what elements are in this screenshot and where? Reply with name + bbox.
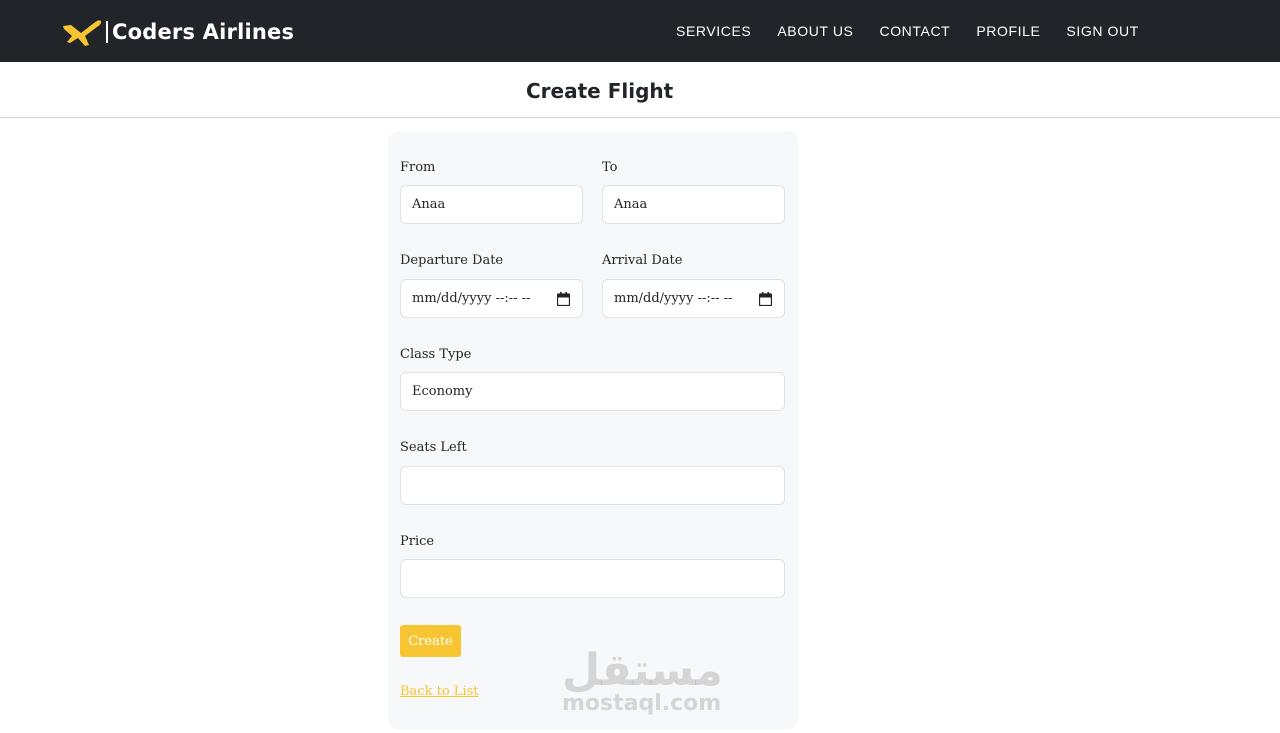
- price-label: Price: [400, 534, 435, 549]
- create-flight-form: From Anaa To Anaa Departure Date mm/dd/y…: [388, 131, 798, 729]
- calendar-icon[interactable]: [557, 292, 570, 306]
- from-label: From: [400, 160, 436, 175]
- nav-link-sign-out[interactable]: SIGN OUT: [1066, 23, 1138, 39]
- class-type-value: Economy: [412, 384, 473, 399]
- from-value: Anaa: [412, 197, 446, 212]
- airplane-icon: [63, 20, 102, 46]
- to-value: Anaa: [614, 197, 648, 212]
- departure-date-label: Departure Date: [400, 253, 504, 268]
- arrival-date-label: Arrival Date: [602, 253, 683, 268]
- brand-name: Coders Airlines: [112, 20, 295, 44]
- seats-left-label: Seats Left: [400, 440, 467, 455]
- departure-date-placeholder: mm/dd/yyyy --:-- --: [412, 291, 531, 306]
- arrival-date-input[interactable]: mm/dd/yyyy --:-- --: [602, 279, 785, 318]
- to-label: To: [602, 160, 618, 175]
- nav-links: SERVICES ABOUT US CONTACT PROFILE SIGN O…: [676, 0, 1139, 62]
- navbar: Coders Airlines SERVICES ABOUT US CONTAC…: [0, 0, 1280, 62]
- class-type-label: Class Type: [400, 347, 472, 362]
- arrival-date-placeholder: mm/dd/yyyy --:-- --: [614, 291, 733, 306]
- watermark-arabic: مستقل: [562, 645, 723, 696]
- class-type-select[interactable]: Economy: [400, 372, 785, 411]
- brand-separator: [106, 21, 108, 43]
- nav-link-about-us[interactable]: ABOUT US: [777, 23, 853, 39]
- create-button[interactable]: Create: [400, 625, 461, 657]
- page-title: Create Flight: [526, 79, 674, 103]
- page-header: Create Flight: [0, 62, 1280, 118]
- to-select[interactable]: Anaa: [602, 185, 785, 224]
- calendar-icon[interactable]: [759, 292, 772, 306]
- brand-logo[interactable]: Coders Airlines: [61, 16, 294, 48]
- nav-link-profile[interactable]: PROFILE: [976, 23, 1040, 39]
- price-input[interactable]: [400, 559, 785, 598]
- nav-link-services[interactable]: SERVICES: [676, 23, 751, 39]
- watermark-latin: mostaql.com: [562, 691, 722, 716]
- from-select[interactable]: Anaa: [400, 185, 583, 224]
- back-to-list-link[interactable]: Back to List: [400, 684, 478, 699]
- watermark: مستقل mostaql.com: [560, 645, 723, 719]
- nav-link-contact[interactable]: CONTACT: [879, 23, 950, 39]
- departure-date-input[interactable]: mm/dd/yyyy --:-- --: [400, 279, 583, 318]
- seats-left-input[interactable]: [400, 466, 785, 505]
